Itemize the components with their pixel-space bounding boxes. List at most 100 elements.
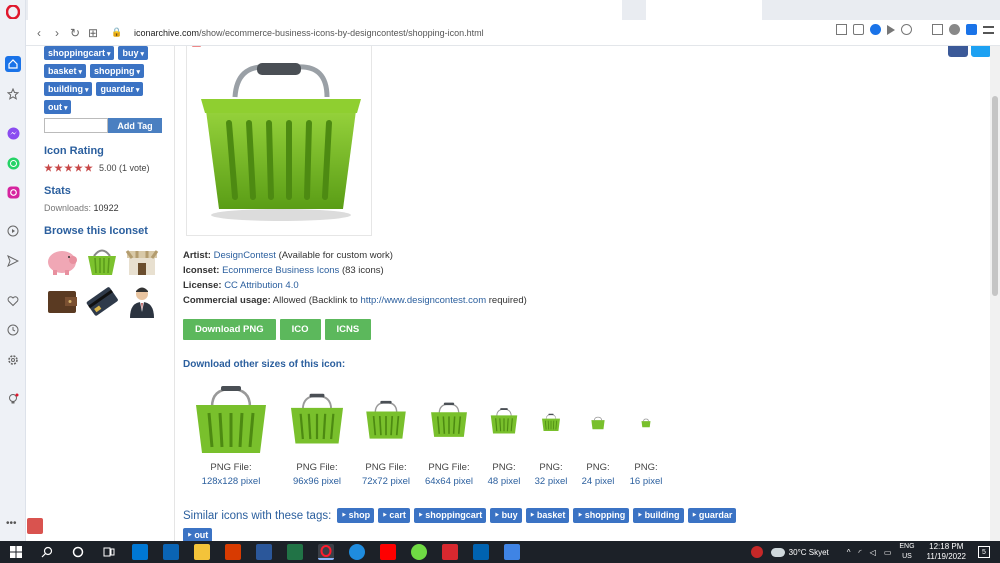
size-link[interactable]: 16 pixel xyxy=(630,475,663,489)
excel-icon[interactable] xyxy=(287,544,303,560)
play-circle-icon[interactable] xyxy=(5,223,21,239)
back-icon[interactable]: ‹ xyxy=(30,24,48,42)
shopping-basket-icon[interactable] xyxy=(288,391,346,447)
edit-icon[interactable] xyxy=(836,24,847,35)
shopping-basket-icon[interactable] xyxy=(429,401,469,439)
settings-icon[interactable] xyxy=(5,352,21,368)
iconset-link[interactable]: Ecommerce Business Icons xyxy=(222,265,339,276)
edge-icon[interactable] xyxy=(349,544,365,560)
size-link[interactable]: 32 pixel xyxy=(535,475,568,489)
shopping-basket-icon[interactable] xyxy=(641,418,651,428)
instagram-icon[interactable] xyxy=(5,184,21,200)
license-link[interactable]: CC Attribution 4.0 xyxy=(224,280,298,291)
heart-outline-icon[interactable] xyxy=(901,24,912,35)
page-scrollbar[interactable] xyxy=(990,46,1000,541)
tag-chip[interactable]: guardar xyxy=(96,82,144,96)
file-explorer-icon[interactable] xyxy=(194,544,210,560)
reload-icon[interactable]: ↻ xyxy=(66,24,84,42)
similar-tag[interactable]: out xyxy=(183,528,213,541)
office-icon[interactable] xyxy=(225,544,241,560)
size-link[interactable]: 96x96 pixel xyxy=(293,475,341,489)
heart-icon[interactable] xyxy=(5,293,21,309)
box-icon[interactable] xyxy=(932,24,943,35)
upwork-icon[interactable] xyxy=(411,544,427,560)
shopping-basket-icon[interactable] xyxy=(84,243,120,279)
opera-logo-icon[interactable] xyxy=(5,4,21,20)
twitter-icon[interactable] xyxy=(971,46,990,57)
tag-chip[interactable]: shoppingcart xyxy=(44,46,115,60)
shopping-basket-icon[interactable] xyxy=(489,407,519,435)
acrobat-icon[interactable] xyxy=(442,544,458,560)
start-icon[interactable] xyxy=(8,544,24,560)
shop-icon[interactable] xyxy=(124,243,160,279)
history-icon[interactable] xyxy=(5,322,21,338)
shopping-basket-icon[interactable] xyxy=(591,416,606,430)
antivirus-tray-icon[interactable] xyxy=(750,546,763,558)
add-tag-input[interactable] xyxy=(44,118,108,133)
store-icon[interactable] xyxy=(132,544,148,560)
similar-tag[interactable]: shop xyxy=(337,508,375,523)
businessman-icon[interactable] xyxy=(124,283,160,319)
tag-chip[interactable]: shopping xyxy=(90,64,144,78)
home-icon[interactable] xyxy=(5,56,21,72)
similar-tag[interactable]: guardar xyxy=(687,508,737,523)
shopping-basket-icon[interactable] xyxy=(192,383,270,457)
size-link[interactable]: 128x128 pixel xyxy=(202,475,261,489)
artist-link[interactable]: DesignContest xyxy=(214,250,276,261)
shield-check-icon[interactable] xyxy=(870,24,881,35)
similar-tag[interactable]: shopping xyxy=(573,508,630,523)
similar-tag[interactable]: buy xyxy=(490,508,522,523)
mail-icon[interactable] xyxy=(163,544,179,560)
whatsapp-icon[interactable] xyxy=(5,155,21,171)
size-link[interactable]: 24 pixel xyxy=(582,475,615,489)
shopping-basket-icon[interactable] xyxy=(364,399,408,441)
download-png-button[interactable]: Download PNG xyxy=(183,319,276,340)
url-field[interactable]: iconarchive.com/show/ecommerce-business-… xyxy=(134,28,484,38)
star-icon[interactable] xyxy=(44,163,53,172)
camera-icon[interactable] xyxy=(853,24,864,35)
size-link[interactable]: 64x64 pixel xyxy=(425,475,473,489)
lightbulb-icon[interactable] xyxy=(5,391,21,407)
pconnect-icon[interactable] xyxy=(504,544,520,560)
tag-chip[interactable]: buy xyxy=(118,46,148,60)
download-ico-button[interactable]: ICO xyxy=(279,319,321,340)
notification-icon[interactable]: 5 xyxy=(978,546,990,558)
size-link[interactable]: 48 pixel xyxy=(488,475,521,489)
defender-icon[interactable] xyxy=(473,544,489,560)
tab[interactable] xyxy=(646,0,762,20)
tabs-grid-icon[interactable]: ⊞ xyxy=(84,24,102,42)
star-icon[interactable] xyxy=(5,86,21,102)
similar-tag[interactable]: building xyxy=(633,508,684,523)
size-link[interactable]: 72x72 pixel xyxy=(362,475,410,489)
language-indicator[interactable]: ENG US xyxy=(899,542,914,562)
add-tag-button[interactable]: Add Tag xyxy=(108,118,162,133)
backlink-link[interactable]: http://www.designcontest.com xyxy=(360,295,486,306)
youtube-icon[interactable] xyxy=(380,544,396,560)
tag-chip[interactable]: basket xyxy=(44,64,86,78)
rating-stars[interactable]: 5.00 (1 vote) xyxy=(44,163,162,173)
volume-icon[interactable]: ◁ xyxy=(870,548,876,557)
wallet-icon[interactable] xyxy=(44,283,80,319)
word-icon[interactable] xyxy=(256,544,272,560)
tag-chip[interactable]: building xyxy=(44,82,93,96)
piggy-bank-icon[interactable] xyxy=(44,243,80,279)
camera-extension-icon[interactable] xyxy=(966,24,977,35)
scrollbar-thumb[interactable] xyxy=(992,96,998,296)
play-icon[interactable] xyxy=(887,24,895,35)
send-icon[interactable] xyxy=(5,253,21,269)
credit-card-icon[interactable] xyxy=(84,283,120,319)
clock[interactable]: 12:18 PM 11/19/2022 xyxy=(927,542,966,562)
battery-icon[interactable]: ▭ xyxy=(884,548,892,557)
more-icon[interactable]: ••• xyxy=(6,518,17,529)
taskview-icon[interactable] xyxy=(101,544,117,560)
shopping-basket-icon[interactable] xyxy=(541,413,561,432)
cloud-weather-icon[interactable] xyxy=(770,547,785,557)
cortana-icon[interactable] xyxy=(70,544,86,560)
star-icon[interactable] xyxy=(54,163,63,172)
menu-icon[interactable] xyxy=(983,25,994,34)
similar-tag[interactable]: shoppingcart xyxy=(413,508,487,523)
wifi-icon[interactable]: ◜ xyxy=(859,548,862,557)
messenger-icon[interactable] xyxy=(5,125,21,141)
chevron-up-icon[interactable]: ^ xyxy=(847,548,851,557)
facebook-icon[interactable] xyxy=(948,46,968,57)
